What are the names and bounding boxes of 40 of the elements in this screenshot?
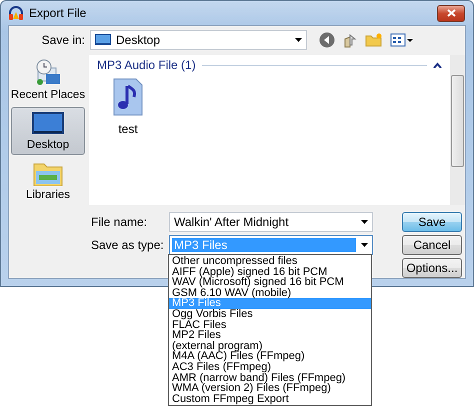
dropdown-option[interactable]: FLAC Files: [169, 320, 371, 330]
dropdown-option[interactable]: M4A (AAC) Files (FFmpeg): [169, 351, 371, 362]
file-name-field[interactable]: Walkin' After Midnight: [169, 212, 373, 232]
up-folder-icon[interactable]: [342, 32, 358, 48]
close-button[interactable]: [437, 4, 465, 22]
caret-icon: [361, 243, 368, 247]
dropdown-option[interactable]: WAV (Microsoft) signed 16 bit PCM: [169, 277, 371, 288]
file-name-label: File name:: [90, 215, 148, 229]
dropdown-option[interactable]: WMA (version 2) Files (FFmpeg): [169, 383, 371, 394]
dropdown-option[interactable]: Other uncompressed files: [169, 256, 371, 267]
save-in-label: Save in:: [40, 33, 86, 47]
monitor-icon: [95, 34, 111, 46]
group-header[interactable]: MP3 Audio File (1): [97, 58, 196, 72]
dropdown-option[interactable]: AC3 Files (FFmpeg): [169, 362, 371, 373]
dropdown-option[interactable]: GSM 6.10 WAV (mobile): [169, 288, 371, 298]
caret-icon: [295, 38, 302, 42]
places-item[interactable]: Desktop: [11, 107, 85, 155]
dropdown-option[interactable]: (external program): [169, 340, 371, 352]
options-button[interactable]: Options...: [402, 258, 462, 278]
save-as-type-label: Save as type:: [90, 238, 165, 252]
places-item[interactable]: Recent Places: [11, 57, 85, 105]
save-in-dropdown[interactable]: Desktop: [90, 30, 307, 50]
save-button[interactable]: Save: [402, 212, 462, 232]
music-file-icon: [113, 78, 143, 116]
file-name[interactable]: test: [118, 122, 138, 136]
dropdown-option[interactable]: MP2 Files: [169, 330, 371, 341]
scrollbar[interactable]: [450, 55, 465, 205]
dropdown-option[interactable]: AMR (narrow band) Files (FFmpeg): [169, 372, 371, 384]
cancel-button[interactable]: Cancel: [402, 235, 462, 255]
caret-icon: [361, 220, 368, 224]
places-item[interactable]: Libraries: [11, 157, 85, 205]
collapse-chevron-icon[interactable]: [433, 62, 442, 68]
headphones-icon: [8, 5, 24, 21]
dropdown-option[interactable]: AIFF (Apple) signed 16 bit PCM: [169, 266, 371, 278]
view-menu-icon[interactable]: [390, 33, 414, 47]
dropdown-option[interactable]: Custom FFmpeg Export: [169, 394, 371, 404]
close-icon: [446, 9, 456, 17]
back-icon[interactable]: [319, 32, 335, 48]
window-title: Export File: [29, 6, 88, 20]
dropdown-option[interactable]: Ogg Vorbis Files: [169, 308, 371, 320]
